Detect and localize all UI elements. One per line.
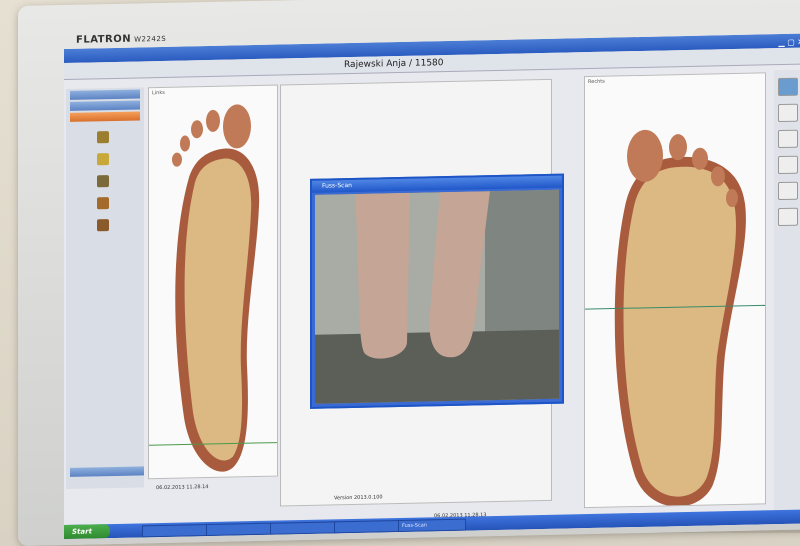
- taskbar-item-5[interactable]: Fuss-Scan: [398, 519, 466, 532]
- right-foot-pane: Rechts: [584, 72, 766, 508]
- brand-name: FLATRON: [76, 34, 131, 46]
- foot-view-icon[interactable]: [778, 208, 798, 226]
- taskbar-item-2[interactable]: [206, 523, 274, 536]
- nav-icon-item-2[interactable]: [88, 153, 118, 166]
- left-foot-pane: Links: [148, 85, 278, 480]
- left-foot-scan: [149, 86, 277, 479]
- nav-icon-item-1[interactable]: [88, 131, 118, 144]
- nav-button-1[interactable]: [70, 89, 140, 99]
- tool-icon: [97, 175, 109, 187]
- right-foot-scan: [585, 73, 765, 507]
- left-navigation: [66, 87, 144, 489]
- camera-icon[interactable]: [778, 104, 798, 122]
- taskbar-item-4[interactable]: [334, 520, 402, 533]
- settings-icon: [97, 219, 109, 231]
- user-icon[interactable]: [778, 78, 798, 96]
- edit-icon: [97, 197, 109, 209]
- legs-camera-image: [315, 190, 559, 404]
- monitor: FLATRONW2242S ▁ ▢ ✕ Rajewski Anja / 1158…: [18, 0, 800, 546]
- measure-icon[interactable]: [778, 156, 798, 174]
- patient-label: Rajewski Anja / 11580: [344, 58, 444, 70]
- windows-taskbar: Start Fuss-Scan: [64, 509, 800, 539]
- taskbar-item-1[interactable]: [142, 524, 210, 537]
- nav-icon-item-4[interactable]: [88, 197, 118, 210]
- foot-scan-window[interactable]: Fuss-Scan: [310, 174, 564, 409]
- version-label: Version 2013.0.100: [334, 494, 383, 501]
- nav-button-3[interactable]: [70, 111, 140, 121]
- model-name: W2242S: [134, 35, 166, 44]
- left-status-date: 06.02.2013 11.28.14: [156, 484, 208, 491]
- monitor-brand: FLATRONW2242S: [76, 33, 166, 46]
- print-icon[interactable]: [778, 182, 798, 200]
- nav-icon-item-5[interactable]: [88, 219, 118, 232]
- nav-bottom-button[interactable]: [70, 466, 144, 477]
- right-toolbar: [774, 70, 800, 511]
- figure-icon: [97, 153, 109, 165]
- nav-button-2[interactable]: [70, 100, 140, 110]
- foot-icon: [97, 131, 109, 143]
- start-button[interactable]: Start: [64, 524, 110, 539]
- scan-icon[interactable]: [778, 130, 798, 148]
- screen: ▁ ▢ ✕ Rajewski Anja / 11580 Links: [64, 33, 800, 539]
- nav-icon-item-3[interactable]: [88, 175, 118, 188]
- camera-feed: [315, 190, 559, 404]
